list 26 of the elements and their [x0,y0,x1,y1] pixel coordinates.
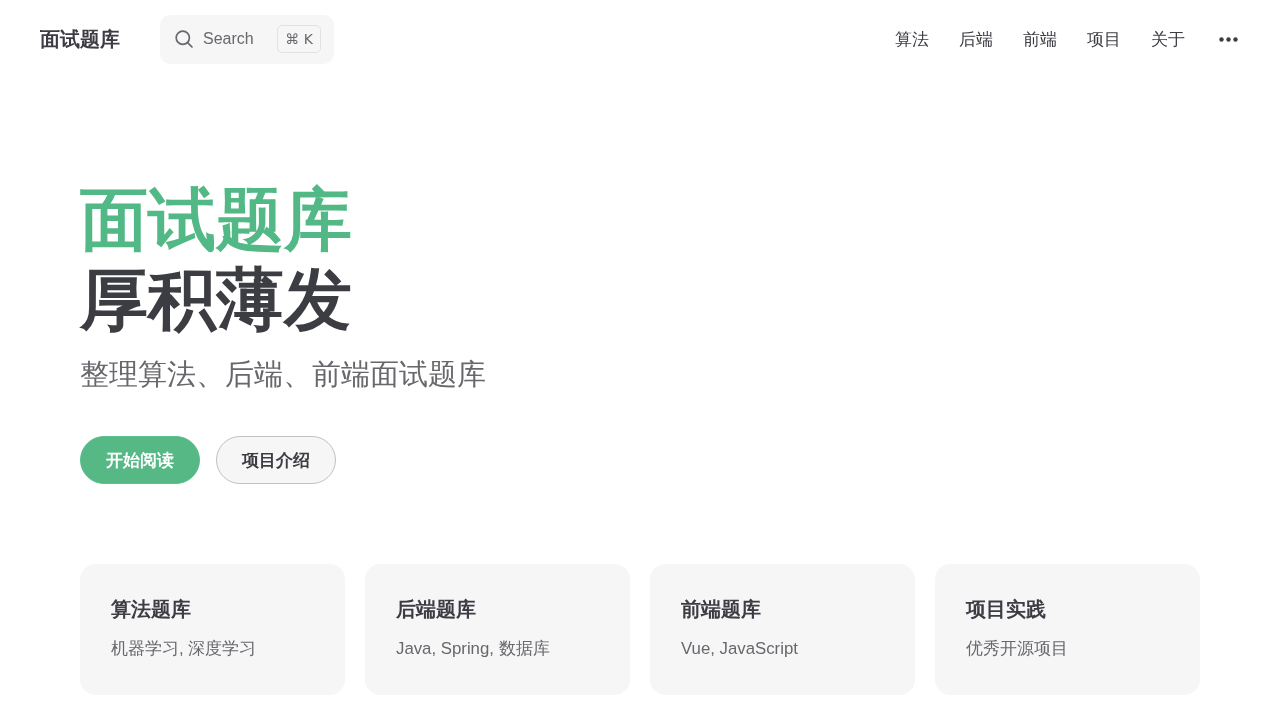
feature-card[interactable]: 算法题库 机器学习, 深度学习 [80,564,345,695]
search-button[interactable]: Search ⌘ K [160,14,334,64]
hero-tagline: 整理算法、后端、前端面试题库 [80,357,486,392]
nav-link[interactable]: 前端 [1008,0,1072,78]
shortcut-key: ⌘ K [277,25,321,53]
nav-link[interactable]: 算法 [880,0,944,78]
site-title[interactable]: 面试题库 [40,25,120,53]
feature-card[interactable]: 后端题库 Java, Spring, 数据库 [365,564,630,695]
feature-details: Vue, JavaScript [681,638,798,660]
feature-title: 前端题库 [681,597,761,622]
feature-details: Java, Spring, 数据库 [396,638,550,660]
more-icon [1218,36,1238,42]
feature-title: 后端题库 [396,597,476,622]
nav-link[interactable]: 关于 [1136,0,1200,78]
feature-details: 机器学习, 深度学习 [111,638,257,660]
feature-details: 优秀开源项目 [966,638,1068,660]
nav-link[interactable]: 后端 [944,0,1008,78]
feature-card[interactable]: 前端题库 Vue, JavaScript [650,564,915,695]
project-intro-button[interactable]: 项目介绍 [216,436,336,484]
search-icon [175,30,193,48]
feature-title: 算法题库 [111,597,191,622]
hero-name: 面试题库 [80,180,352,259]
nav-link[interactable]: 项目 [1072,0,1136,78]
feature-title: 项目实践 [966,597,1046,622]
hero-text: 厚积薄发 [80,260,352,339]
feature-card[interactable]: 项目实践 优秀开源项目 [935,564,1200,695]
